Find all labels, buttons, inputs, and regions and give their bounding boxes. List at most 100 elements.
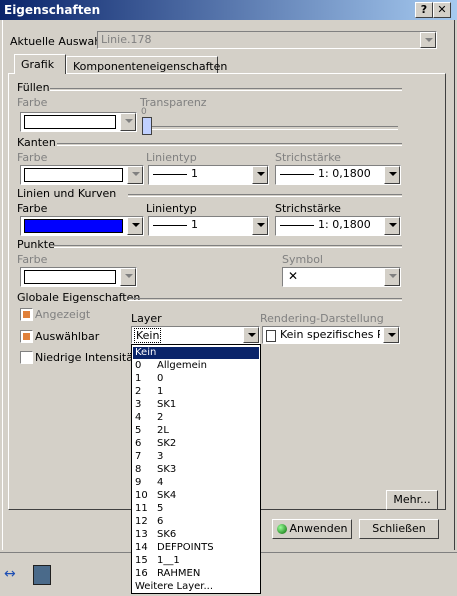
chevron-down-icon[interactable] (120, 268, 136, 286)
selectable-label: Auswählbar (35, 330, 100, 343)
transparency-label: Transparenz (140, 96, 207, 109)
list-item[interactable]: 13 SK6 (133, 529, 259, 541)
line-sample-icon (280, 173, 314, 175)
help-button[interactable]: ? (415, 2, 433, 18)
points-color-label: Farbe (17, 253, 48, 266)
rendering-combo[interactable]: Kein spezifisches Rer (262, 326, 400, 344)
chevron-down-icon[interactable] (127, 166, 143, 184)
selectable-checkbox[interactable] (20, 330, 33, 343)
edges-linetype-value: 1 (191, 167, 198, 180)
chevron-down-icon[interactable] (120, 113, 136, 131)
fill-color-combo[interactable] (20, 112, 137, 132)
low-intensity-checkbox[interactable] (20, 351, 33, 364)
apply-button-label: Anwenden (289, 522, 348, 535)
rendering-value: Kein spezifisches Rer (280, 328, 380, 341)
transparency-slider-thumb[interactable] (142, 117, 152, 135)
chevron-down-icon[interactable] (384, 166, 400, 184)
edges-thickness-label: Strichstärke (275, 151, 341, 164)
list-item[interactable]: 42 (133, 412, 259, 424)
list-item[interactable]: 12 6 (133, 516, 259, 528)
global-heading: Globale Eigenschaften (17, 291, 141, 304)
line-sample-icon (153, 173, 187, 175)
list-item[interactable]: 73 (133, 451, 259, 463)
lines-color-combo[interactable] (20, 216, 144, 236)
lines-thickness-label: Strichstärke (275, 202, 341, 215)
apply-button[interactable]: Anwenden (272, 519, 352, 539)
list-item[interactable]: 21 (133, 386, 259, 398)
list-item[interactable]: 16 RAHMEN (133, 568, 259, 580)
tab-komponenteneigenschaften-label: Komponenteneigenschaften (73, 60, 228, 73)
lines-thickness-combo[interactable]: 1: 0,1800 (275, 216, 401, 236)
transparency-value: 0 (141, 107, 147, 117)
list-item[interactable]: 5 2L (133, 425, 259, 437)
list-item[interactable]: Kein (133, 347, 259, 359)
current-selection-label: Aktuelle Auswahl: (10, 35, 109, 48)
lines-thickness-value: 1: 0,1800 (318, 218, 371, 231)
measure-icon[interactable]: ↔ (4, 567, 24, 581)
chevron-down-icon[interactable] (127, 217, 143, 235)
edges-linetype-label: Linientyp (146, 151, 197, 164)
lines-linetype-combo[interactable]: 1 (148, 216, 269, 236)
edges-color-swatch (24, 168, 123, 182)
edges-thickness-combo[interactable]: 1: 0,1800 (275, 165, 401, 185)
current-selection-value: Linie.178 (101, 33, 152, 46)
layer-dropdown-list[interactable]: Kein 0 Allgemein 10 21 3 SK1 42 5 2L 6 SK2 7… (131, 344, 261, 594)
points-symbol-combo[interactable]: ✕ (282, 267, 401, 287)
edges-heading: Kanten (17, 136, 56, 149)
chevron-down-icon[interactable] (252, 166, 268, 184)
edges-thickness-value: 1: 0,1800 (318, 167, 371, 180)
fill-color-label: Farbe (17, 96, 48, 109)
points-divider (54, 245, 402, 248)
lines-linetype-value: 1 (191, 218, 198, 231)
fill-heading: Füllen (17, 81, 50, 94)
global-divider (128, 298, 402, 301)
list-item[interactable]: 8 SK3 (133, 464, 259, 476)
list-item[interactable]: 3 SK1 (133, 399, 259, 411)
tool-icon[interactable] (33, 565, 51, 585)
list-item-more-layers[interactable]: Weitere Layer... (133, 581, 259, 593)
edges-divider (57, 143, 402, 146)
rendering-label: Rendering-Darstellung (260, 312, 384, 325)
layer-label: Layer (131, 312, 162, 325)
edges-color-label: Farbe (17, 151, 48, 164)
document-icon (266, 330, 276, 342)
list-item[interactable]: 0 Allgemein (133, 360, 259, 372)
tab-grafik-label: Grafik (21, 58, 55, 71)
tab-grafik[interactable]: Grafik (14, 54, 66, 74)
chevron-down-icon[interactable] (384, 268, 400, 286)
layer-combo[interactable]: Kein (131, 326, 260, 344)
line-sample-icon (280, 224, 314, 226)
shown-checkbox[interactable] (20, 308, 33, 321)
list-item[interactable]: 14 DEFPOINTS (133, 542, 259, 554)
lines-color-swatch (24, 219, 123, 233)
close-window-button[interactable]: ✕ (433, 2, 451, 18)
chevron-down-icon (420, 32, 436, 48)
edges-color-combo[interactable] (20, 165, 144, 185)
list-item[interactable]: 10 SK4 (133, 490, 259, 502)
chevron-down-icon[interactable] (383, 327, 399, 343)
list-item[interactable]: 6 SK2 (133, 438, 259, 450)
points-heading: Punkte (17, 238, 55, 251)
list-item[interactable]: 11 5 (133, 503, 259, 515)
list-item[interactable]: 94 (133, 477, 259, 489)
shown-label: Angezeigt (35, 308, 91, 321)
list-item[interactable]: 10 (133, 373, 259, 385)
lines-divider (128, 194, 402, 197)
close-button[interactable]: Schließen (359, 519, 439, 539)
fill-divider (50, 88, 402, 91)
transparency-track (150, 126, 398, 130)
globe-icon (276, 524, 287, 534)
chevron-down-icon[interactable] (252, 217, 268, 235)
edges-linetype-combo[interactable]: 1 (148, 165, 269, 185)
list-item[interactable]: 15 1__1 (133, 555, 259, 567)
tab-komponenteneigenschaften[interactable]: Komponenteneigenschaften (66, 56, 227, 74)
title-bar: Eigenschaften ? ✕ (0, 0, 457, 20)
more-button[interactable]: Mehr... (386, 490, 438, 510)
chevron-down-icon[interactable] (243, 327, 259, 343)
points-color-combo[interactable] (20, 267, 137, 287)
points-color-swatch (24, 270, 116, 284)
chevron-down-icon[interactable] (384, 217, 400, 235)
lines-heading: Linien und Kurven (17, 187, 117, 200)
layer-value: Kein (134, 328, 162, 343)
current-selection-combo: Linie.178 (97, 31, 437, 49)
